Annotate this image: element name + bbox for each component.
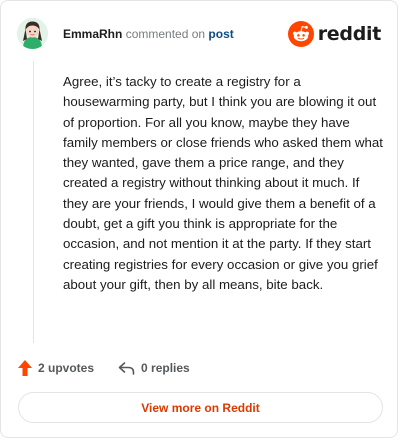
view-more-button[interactable]: View more on Reddit [18, 392, 383, 423]
reddit-logo[interactable]: reddit [287, 21, 382, 47]
reddit-wordmark: reddit [317, 23, 382, 45]
comment-header: EmmaRhn commented on post [63, 27, 234, 41]
username[interactable]: EmmaRhn [63, 27, 122, 41]
reddit-logo-icon [287, 21, 314, 47]
reply-arrow-icon [118, 362, 135, 375]
comment-embed-card: EmmaRhn commented on post reddit Agree, … [0, 0, 398, 438]
upvote-count: 2 upvotes [38, 361, 95, 375]
thread-line [33, 61, 34, 343]
reply-button[interactable]: 0 replies [118, 361, 190, 375]
comment-body: Agree, it’s tacky to create a registry f… [63, 74, 383, 292]
comment-actions: 2 upvotes 0 replies [17, 358, 190, 378]
post-link[interactable]: post [208, 27, 233, 41]
avatar-illustration-icon [17, 18, 48, 49]
action-text: commented on [125, 27, 206, 41]
upvote-arrow-icon [18, 360, 32, 376]
reply-count: 0 replies [141, 361, 190, 375]
upvote-button[interactable]: 2 upvotes [17, 359, 94, 377]
user-avatar[interactable] [17, 18, 48, 49]
